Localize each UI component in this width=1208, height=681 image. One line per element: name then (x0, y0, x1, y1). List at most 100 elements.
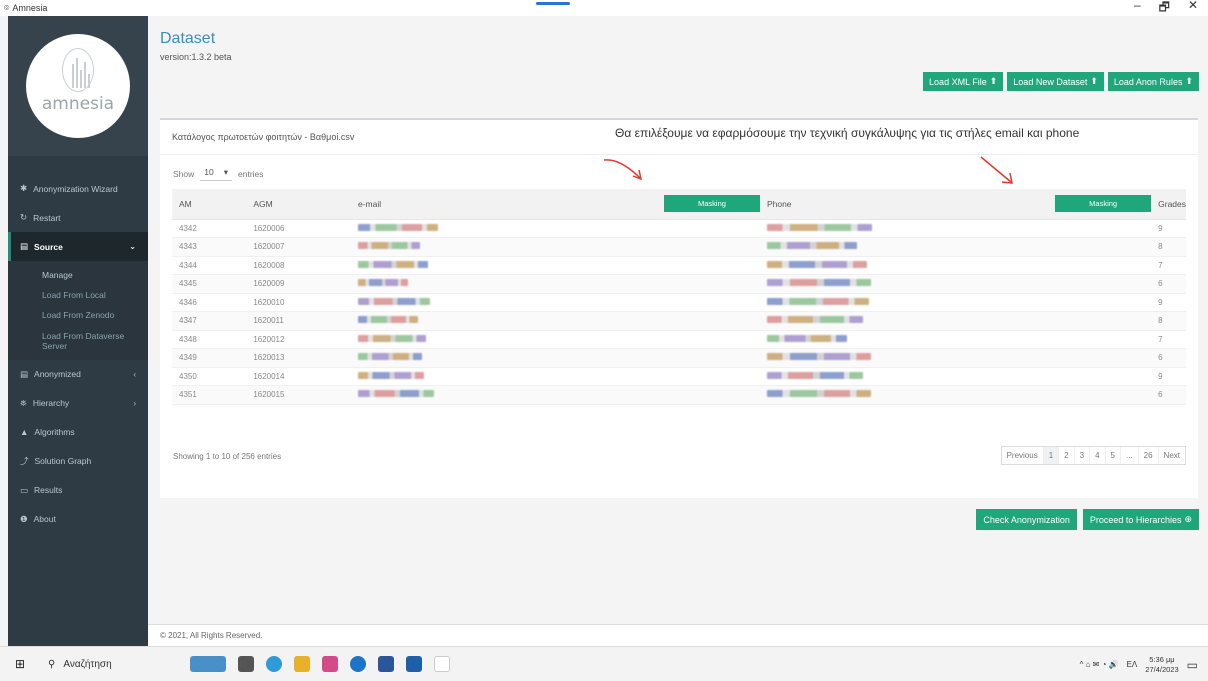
cell-phone (751, 219, 1152, 238)
cell-agm: 1620012 (246, 330, 351, 349)
system-tray: ^ ⌂ ✉ ◔ 🔊 ΕΛ 5:36 μμ 27/4/2023 ▭ (1080, 647, 1198, 681)
cell-agm: 1620009 (246, 274, 351, 294)
pagination-page-4[interactable]: 4 (1089, 447, 1104, 464)
column-header-phone[interactable]: Phone (751, 189, 1056, 220)
notification-icon[interactable]: ▭ (1187, 658, 1198, 672)
amnesia-app-icon[interactable] (406, 656, 422, 672)
column-header-agm[interactable]: AGM (246, 189, 351, 220)
load-anon-rules-button[interactable]: Load Anon Rules ⬆ (1107, 72, 1199, 91)
cell-grade: 9 (1151, 293, 1186, 312)
close-button[interactable]: ✕ (1188, 0, 1198, 19)
sidebar-item-source[interactable]: ▤ Source ⌄ (8, 232, 148, 261)
column-header-am[interactable]: AM (172, 189, 247, 220)
photos-app-icon[interactable] (322, 656, 338, 672)
taskbar: ⊞ ⚲ Αναζήτηση ^ ⌂ ✉ ◔ 🔊 ΕΛ 5:36 μμ 27/4/… (0, 646, 1208, 681)
sidebar-item-about[interactable]: ❶ About (8, 505, 148, 534)
pagination-page-26[interactable]: 26 (1137, 447, 1158, 464)
sidebar-item-anonymized[interactable]: ▤ Anonymized ‹ (8, 360, 148, 389)
sidebar-subitem-load-local[interactable]: Load From Local (8, 285, 148, 305)
browser-icon[interactable] (266, 656, 282, 672)
sidebar-item-results[interactable]: ▭ Results (8, 476, 148, 505)
email-masking-button[interactable]: Masking (663, 195, 760, 213)
upload-icon: ⬆ (1090, 76, 1098, 86)
pagination-page-5[interactable]: 5 (1104, 447, 1120, 464)
entries-select[interactable]: 10 ▾ (200, 167, 233, 181)
cell-phone (751, 274, 1152, 294)
sidebar-subitem-load-zenodo[interactable]: Load From Zenodo (8, 305, 148, 325)
cell-phone (751, 311, 1152, 331)
masked-phone-value (766, 279, 871, 287)
window-title: ⌾ Amnesia (4, 2, 48, 14)
tray-icons[interactable]: ^ ⌂ ✉ ◔ 🔊 (1080, 660, 1119, 669)
showing-entries-info: Showing 1 to 10 of 256 entries (173, 452, 282, 461)
masked-email-value (357, 279, 408, 287)
annotation-text: Θα επιλέξουμε να εφαρμόσουμε την τεχνική… (615, 126, 1080, 140)
masked-phone-value (766, 242, 857, 250)
line-chart-icon: ⤴ (20, 456, 29, 467)
task-view-icon[interactable] (238, 656, 254, 672)
sidebar-item-anonymization-wizard[interactable]: ✱ Anonymization Wizard (8, 174, 148, 203)
scroll-indicator (536, 2, 570, 5)
masked-email-value (357, 223, 438, 231)
pagination-page-2[interactable]: 2 (1058, 447, 1073, 464)
cell-grade: 6 (1151, 274, 1186, 294)
sidebar-subitem-load-dataverse[interactable]: Load From Dataverse Server (8, 326, 148, 356)
cell-am: 4348 (172, 330, 247, 349)
load-xml-button[interactable]: Load XML File ⬆ (923, 72, 1004, 91)
column-header-grades[interactable]: Grades (1151, 189, 1186, 220)
sidebar-item-restart[interactable]: ↻ Restart (8, 203, 148, 232)
word-icon[interactable] (378, 656, 394, 672)
table-row: 4342 1620006 9 (172, 219, 1186, 238)
cell-email (350, 311, 752, 331)
table-row: 4347 1620011 8 (172, 311, 1186, 331)
file-explorer-icon[interactable] (294, 656, 310, 672)
cell-phone (751, 237, 1152, 257)
cell-grade: 6 (1151, 385, 1186, 405)
pagination-previous[interactable]: Previous (1002, 447, 1043, 464)
masked-phone-value (766, 334, 847, 342)
annotation-arrow-icon (603, 159, 643, 181)
sidebar-item-hierarchy[interactable]: ⛯ Hierarchy › (8, 389, 148, 418)
logo-text: amnesia (41, 94, 115, 114)
sidebar-subitem-manage[interactable]: Manage (8, 265, 148, 285)
cell-email (350, 385, 752, 405)
chevron-left-icon: ‹ (133, 369, 136, 379)
masked-phone-value (766, 371, 863, 379)
pagination-page-1[interactable]: 1 (1042, 447, 1059, 464)
language-indicator[interactable]: ΕΛ (1127, 660, 1138, 669)
edge-icon[interactable] (350, 656, 366, 672)
cell-grade: 8 (1151, 237, 1186, 257)
cell-agm: 1620011 (246, 311, 351, 331)
maximize-button[interactable]: 🗗 (1159, 0, 1170, 19)
caret-down-icon: ▾ (223, 167, 229, 177)
masked-phone-value (766, 353, 871, 361)
table-row: 4344 1620008 7 (172, 256, 1186, 275)
column-header-email[interactable]: e-mail (350, 189, 664, 220)
minimize-button[interactable]: – (1134, 0, 1141, 19)
load-new-dataset-button[interactable]: Load New Dataset ⬆ (1007, 72, 1104, 91)
info-icon: ❶ (20, 513, 28, 524)
cell-grade: 9 (1151, 219, 1186, 238)
cell-am: 4350 (172, 367, 247, 386)
windows-start-icon[interactable]: ⊞ (0, 657, 40, 671)
sidebar-item-algorithms[interactable]: ▲ Algorithms (8, 418, 148, 447)
phone-masking-button[interactable]: Masking (1055, 195, 1152, 213)
check-anonymization-button[interactable]: Check Anonymization (976, 509, 1077, 530)
cell-email (350, 367, 752, 386)
sidebar-item-solution-graph[interactable]: ⤴ Solution Graph (8, 447, 148, 476)
cell-phone (751, 293, 1152, 312)
masked-phone-value (766, 223, 872, 231)
proceed-to-hierarchies-button[interactable]: Proceed to Hierarchies ⊕ (1082, 509, 1199, 530)
taskbar-search[interactable]: ⚲ Αναζήτηση (40, 647, 160, 681)
cell-agm: 1620007 (246, 237, 351, 257)
pagination-page-3[interactable]: 3 (1073, 447, 1089, 464)
database-icon: ▤ (20, 368, 29, 379)
table-row: 4345 1620009 6 (172, 274, 1186, 294)
cell-agm: 1620010 (246, 293, 351, 312)
app-icon[interactable] (434, 656, 450, 672)
table-row: 4343 1620007 8 (172, 237, 1186, 257)
weather-widget-icon[interactable] (190, 656, 226, 672)
clock[interactable]: 5:36 μμ 27/4/2023 (1145, 655, 1178, 675)
cell-grade: 9 (1151, 367, 1186, 386)
pagination-next[interactable]: Next (1157, 447, 1185, 464)
